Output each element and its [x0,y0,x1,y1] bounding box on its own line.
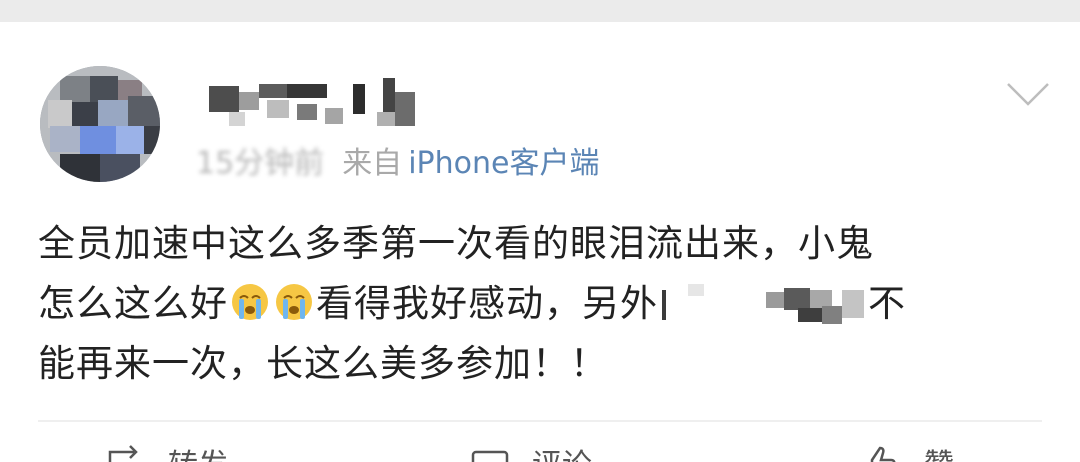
repost-button[interactable]: 转发 [106,440,228,462]
top-separator-strip [0,0,1080,22]
chevron-down-icon[interactable] [1006,80,1050,108]
username-redacted[interactable] [205,78,420,130]
post-time: 15分钟前 [196,146,325,181]
post-meta: 15分钟前 来自 iPhone客户端 [196,138,599,182]
repost-icon [108,445,138,462]
comment-label: 评论 [532,440,592,462]
content-line-1: 全员加速中这么多季第一次看的眼泪流出来，小鬼 [38,222,874,265]
content-line-2-c: 不 [868,282,906,325]
content-line-2-b: 看得我好感动，另外 [316,282,658,325]
crying-face-icon [232,284,268,320]
like-button[interactable]: 赞 [862,440,954,462]
content-line-3: 能再来一次，长这么美多参加！！ [38,342,608,385]
action-bar: 转发 评论 赞 [0,440,1080,462]
comment-icon [471,450,509,462]
repost-label: 转发 [168,440,228,462]
source-prefix: 来自 [342,146,403,181]
content-line-2-a: 怎么这么好 [38,282,228,325]
comment-button[interactable]: 评论 [470,440,592,462]
redacted-text [658,284,868,324]
crying-face-icon [276,284,312,320]
action-divider [38,420,1042,422]
post-content: 全员加速中这么多季第一次看的眼泪流出来，小鬼 怎么这么好 看得我好感动，另外 不 [38,214,1048,394]
avatar[interactable] [40,66,160,182]
thumbs-up-icon [870,446,896,462]
like-label: 赞 [924,440,954,462]
content-line-2: 怎么这么好 看得我好感动，另外 不 [38,274,1048,334]
source-link[interactable]: iPhone客户端 [408,138,599,182]
